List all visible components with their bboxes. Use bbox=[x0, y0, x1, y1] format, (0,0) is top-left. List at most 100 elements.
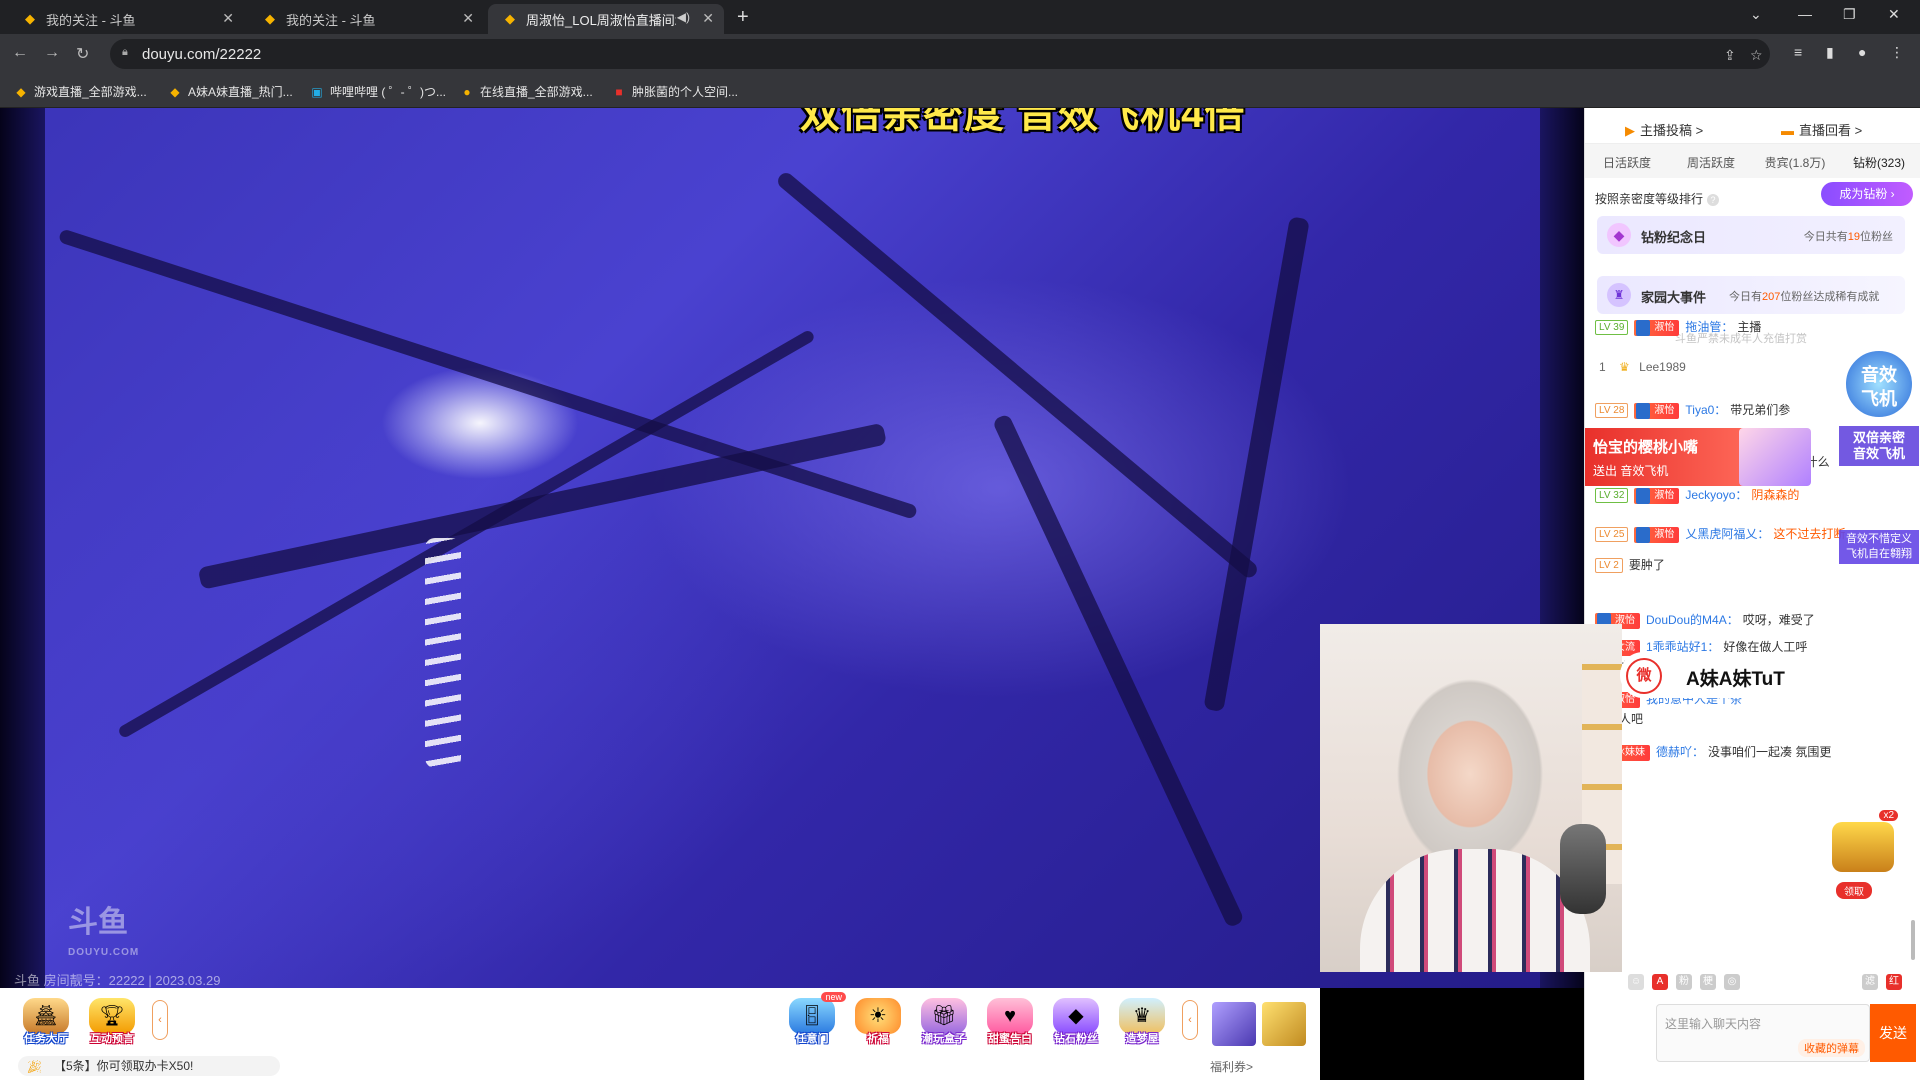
favorite-danmu-button[interactable]: 收藏的弹幕 bbox=[1798, 1039, 1865, 1057]
reload-icon[interactable]: ↻ bbox=[76, 44, 89, 64]
chat-username[interactable]: 乂黑虎阿福乂： bbox=[1685, 527, 1769, 541]
rank-row[interactable]: 1 ♛ Lee1989 bbox=[1599, 360, 1686, 374]
airplane-gift-icon[interactable] bbox=[1212, 1002, 1256, 1046]
address-bar[interactable]: 🔒︎ douyu.com/22222 ⇪ ☆ bbox=[110, 39, 1770, 69]
chat-message[interactable]: 淑怡 DouDou的M4A： 哎呀，难受了 bbox=[1585, 611, 1920, 629]
notice-bar[interactable]: 🎉︎ 【5条】你可领取办卡X50! bbox=[18, 1056, 280, 1076]
bookmark-item[interactable]: ■ 肿胀菌的个人空间... bbox=[612, 83, 738, 100]
bookmark-label: 游戏直播_全部游戏... bbox=[34, 85, 147, 99]
close-window-icon[interactable]: ✕ bbox=[1888, 6, 1900, 23]
chat-input[interactable]: 这里输入聊天内容 收藏的弹幕 bbox=[1656, 1004, 1870, 1062]
rocket-gift-icon[interactable] bbox=[1262, 1002, 1306, 1046]
chat-username[interactable]: Jeckyoyo： bbox=[1685, 488, 1747, 502]
banner-username: 怡宝的樱桃小嘴 bbox=[1593, 439, 1699, 456]
chat-message[interactable]: 一个人吧 bbox=[1585, 710, 1920, 727]
fan-badge-icon[interactable]: A bbox=[1652, 974, 1668, 990]
fan-badge[interactable]: 淑怡 bbox=[1634, 487, 1680, 504]
side-panel-icon[interactable]: ▮ bbox=[1826, 44, 1834, 61]
close-tab-icon[interactable]: ✕ bbox=[702, 10, 714, 27]
menu-kebab-icon[interactable]: ⋮ bbox=[1890, 44, 1904, 61]
fan-badge[interactable]: 淑怡 bbox=[1634, 526, 1680, 543]
chat-text: 这不过去打断 bbox=[1773, 527, 1846, 541]
fan-tool-icon[interactable]: 粉 bbox=[1676, 974, 1692, 990]
media-control-icon[interactable]: ≡ bbox=[1794, 44, 1802, 60]
chat-message[interactable]: LV 39 淑怡 拖油管： 主播 bbox=[1585, 318, 1920, 336]
redpacket-icon[interactable]: 红 bbox=[1886, 974, 1902, 990]
gift-blindbox[interactable]: 🎁︎ 潮玩盒子 bbox=[914, 998, 974, 1045]
chat-username[interactable]: 德赫吖： bbox=[1656, 745, 1704, 759]
card-title: 家园大事件 bbox=[1641, 290, 1707, 305]
streamer-webcam bbox=[1320, 624, 1622, 972]
user-level-badge: LV 32 bbox=[1595, 488, 1629, 504]
back-icon[interactable]: ← bbox=[12, 44, 28, 62]
tab-search-icon[interactable]: ⌄ bbox=[1750, 6, 1762, 23]
tab-weekly-active[interactable]: 周活跃度 bbox=[1669, 154, 1753, 171]
bookmark-item[interactable]: ▣ 哔哩哔哩 ( ゜- ゜)つ... bbox=[310, 83, 446, 100]
settings-tool-icon[interactable]: ◎ bbox=[1724, 974, 1740, 990]
expand-right-button[interactable]: ‹ bbox=[1182, 1000, 1198, 1040]
welfare-link[interactable]: 福利券> bbox=[1210, 1058, 1253, 1075]
chat-text: 阴森森的 bbox=[1751, 488, 1800, 502]
emoji-icon[interactable]: ☺ bbox=[1628, 974, 1644, 990]
gift-dream-house[interactable]: ♛ 造梦屋 bbox=[1112, 998, 1172, 1045]
chat-message[interactable]: 冰妹妹 德赫吖： 没事咱们一起凑 氛围更 bbox=[1585, 743, 1920, 761]
browser-tab-2[interactable]: ◆ 我的关注 - 斗鱼 ✕ bbox=[248, 4, 484, 34]
close-tab-icon[interactable]: ✕ bbox=[462, 10, 474, 27]
filter-tool-icon[interactable]: 滤 bbox=[1862, 974, 1878, 990]
summary-suffix: 位粉丝 bbox=[1860, 231, 1893, 243]
lock-icon: 🔒︎ bbox=[122, 46, 128, 58]
weibo-name-tag: 微 A妹A妹TuT bbox=[1620, 652, 1830, 698]
fan-badge[interactable]: 淑怡 bbox=[1634, 402, 1680, 419]
browser-tab-1[interactable]: ◆ 我的关注 - 斗鱼 ✕ bbox=[8, 4, 244, 34]
gift-confession[interactable]: ♥ 甜蜜告白 bbox=[980, 998, 1040, 1045]
gift-blessing[interactable]: ☀ 祈福 bbox=[848, 998, 908, 1045]
restore-icon[interactable]: ❐ bbox=[1843, 6, 1856, 23]
claim-button[interactable]: 领取 bbox=[1836, 882, 1872, 899]
bookmark-item[interactable]: ● 在线直播_全部游戏... bbox=[460, 83, 592, 100]
prediction-button[interactable]: 🏆︎ 互动预言 bbox=[82, 998, 142, 1045]
gift-label: 祈福 bbox=[867, 1033, 889, 1045]
weibo-logo-icon: 微 bbox=[1626, 658, 1662, 694]
chat-username[interactable]: DouDou的M4A： bbox=[1646, 613, 1739, 627]
forward-icon[interactable]: → bbox=[44, 44, 60, 62]
bookmark-item[interactable]: ◆ A妹A妹直播_热门... bbox=[168, 83, 292, 100]
airplane-promo[interactable]: 音效 飞机 双倍亲密 音效飞机 音效不惜定义 飞机自在翱翔 bbox=[1839, 348, 1919, 564]
tab-vip[interactable]: 贵宾(1.8万) bbox=[1753, 154, 1837, 171]
fan-badge[interactable]: 淑怡 bbox=[1634, 319, 1680, 336]
gift-label: 钻石粉丝 bbox=[1054, 1033, 1098, 1045]
tab-title: 周淑怡_LOL周淑怡直播间29 bbox=[526, 12, 676, 28]
anchor-posts-tab[interactable]: ▶ 主播投稿 > bbox=[1625, 120, 1703, 139]
chat-username[interactable]: 拖油管： bbox=[1685, 320, 1733, 334]
streamer-body bbox=[1360, 849, 1590, 972]
bookmark-star-icon[interactable]: ☆ bbox=[1750, 47, 1763, 64]
become-diamond-fan-button[interactable]: 成为钻粉 › bbox=[1821, 182, 1913, 206]
diamond-anniversary-card[interactable]: ◆ 钻粉纪念日 今日共有19位粉丝 bbox=[1597, 216, 1905, 254]
chat-scrollbar[interactable] bbox=[1911, 920, 1915, 960]
minimize-icon[interactable]: — bbox=[1798, 6, 1812, 22]
gift-diamond-fan[interactable]: ◆ 钻石粉丝 bbox=[1046, 998, 1106, 1045]
task-hall-button[interactable]: 🏯︎ 任务大厅 bbox=[16, 998, 76, 1045]
tab-daily-active[interactable]: 日活跃度 bbox=[1585, 154, 1669, 171]
replay-tab[interactable]: ▬ 直播回看 > bbox=[1781, 120, 1862, 139]
close-tab-icon[interactable]: ✕ bbox=[222, 10, 234, 27]
avatar-favicon-icon: ■ bbox=[615, 84, 623, 99]
new-tab-button[interactable]: + bbox=[737, 6, 749, 29]
chat-username[interactable]: Tiya0： bbox=[1685, 403, 1726, 417]
send-button[interactable]: 发送 bbox=[1870, 1004, 1916, 1062]
help-icon[interactable]: ? bbox=[1707, 194, 1720, 206]
url-text[interactable]: douyu.com/22222 bbox=[142, 46, 261, 63]
trophy-icon: 🏆︎ bbox=[89, 998, 135, 1034]
expand-left-button[interactable]: ‹ bbox=[152, 1000, 168, 1040]
gift-broadcast-banner[interactable]: 怡宝的樱桃小嘴 送出 音效飞机 bbox=[1585, 428, 1755, 486]
treasure-chest[interactable]: x2 领取 bbox=[1826, 810, 1900, 902]
gift-anydoor[interactable]: 🚪︎ new 任意门 bbox=[782, 992, 846, 1045]
tab-diamond-fans[interactable]: 钻粉(323) bbox=[1837, 154, 1920, 171]
speaker-icon[interactable]: ◀) bbox=[677, 10, 690, 24]
profile-icon[interactable]: ● bbox=[1858, 44, 1866, 60]
browser-tab-3-active[interactable]: ◆ 周淑怡_LOL周淑怡直播间29 ◀) ✕ bbox=[488, 4, 724, 34]
task-hall-icon: 🏯︎ bbox=[23, 998, 69, 1034]
family-events-card[interactable]: ♜ 家园大事件 今日有207位粉丝达成稀有成就 bbox=[1597, 276, 1905, 314]
share-icon[interactable]: ⇪ bbox=[1724, 47, 1736, 64]
bookmark-item[interactable]: ◆ 游戏直播_全部游戏... bbox=[14, 83, 147, 100]
stamp-tool-icon[interactable]: 梗 bbox=[1700, 974, 1716, 990]
